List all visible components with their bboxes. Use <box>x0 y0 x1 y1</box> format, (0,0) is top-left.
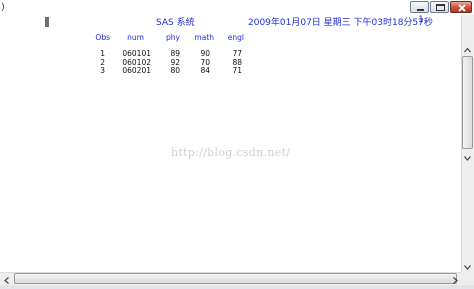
scroll-right-button[interactable] <box>449 272 461 285</box>
table-cell: 80 <box>170 66 180 75</box>
scroll-down-end-button[interactable] <box>461 258 474 270</box>
system-title: SAS 系统 <box>156 18 195 28</box>
vertical-scroll-thumb[interactable] <box>462 56 473 149</box>
minimize-icon <box>417 9 424 11</box>
table-cell: 77 <box>232 49 242 58</box>
chevron-down-icon <box>464 156 471 161</box>
text-cursor-marker <box>45 17 49 27</box>
corner-glyph: ) <box>0 2 6 12</box>
column-header-engl: engl <box>227 33 244 42</box>
close-button[interactable] <box>450 1 472 13</box>
run-datetime: 2009年01月07日 星期三 下午03时18分57秒 <box>248 18 433 28</box>
watermark-text: http://blog.csdn.net/ <box>171 146 291 159</box>
table-cell: 90 <box>200 49 210 58</box>
maximize-icon <box>436 4 445 11</box>
table-cell: 3 <box>100 66 105 75</box>
scroll-down-button[interactable] <box>461 149 474 161</box>
maximize-button[interactable] <box>430 1 449 13</box>
scroll-up-button[interactable] <box>461 41 474 53</box>
horizontal-scroll-thumb[interactable] <box>14 273 457 284</box>
table-cell: 71 <box>232 66 242 75</box>
table-cell: 84 <box>200 66 210 75</box>
column-header-math: math <box>194 33 214 42</box>
table-cell: 060201 <box>122 66 151 75</box>
window-bottom-border <box>0 285 474 289</box>
close-icon <box>458 4 466 12</box>
column-header-obs: Obs <box>95 33 110 42</box>
scroll-left-button[interactable] <box>1 272 13 285</box>
chevron-up-icon <box>464 47 471 53</box>
table-cell: 1 <box>100 49 105 58</box>
column-header-phy: phy <box>166 33 180 42</box>
column-header-num: num <box>127 33 144 42</box>
page-number: 1 <box>418 15 424 25</box>
sas-output-window: ) SAS 系统 2009年01月07日 星期三 下午03时18分57秒 1 O… <box>0 0 474 289</box>
table-cell: 89 <box>170 49 180 58</box>
minimize-button[interactable] <box>410 1 429 13</box>
table-cell: 060101 <box>122 49 151 58</box>
